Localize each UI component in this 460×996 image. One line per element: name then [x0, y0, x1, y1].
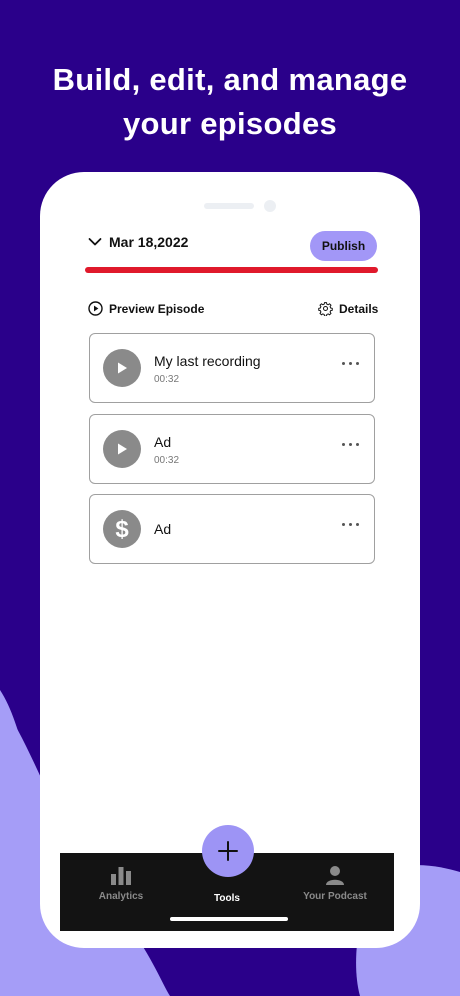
add-button[interactable]: [202, 825, 254, 877]
segment-title: My last recording: [154, 353, 261, 369]
play-icon: [118, 443, 127, 455]
more-options-icon[interactable]: [342, 443, 359, 446]
more-options-icon[interactable]: [342, 362, 359, 365]
plus-icon: [218, 841, 238, 861]
headline: Build, edit, and manage your episodes: [0, 58, 460, 146]
phone-frame: Mar 18,2022 Publish Preview Episode Deta…: [40, 172, 420, 948]
details-label: Details: [339, 301, 379, 316]
headline-line-2: your episodes: [122, 106, 338, 141]
headline-line-1: Build, edit, and manage: [52, 62, 408, 97]
segment-title: Ad: [154, 521, 172, 537]
segment-duration: 00:32: [154, 374, 180, 385]
svg-text:$: $: [115, 516, 129, 542]
bar-chart-icon: [111, 867, 131, 885]
segment-duration: 00:32: [154, 455, 180, 466]
chevron-down-icon: [88, 238, 102, 246]
details-button[interactable]: Details: [318, 301, 378, 316]
nav-item-your-podcast[interactable]: Your Podcast: [280, 865, 390, 902]
person-icon: [326, 866, 344, 885]
dollar-icon: $: [115, 516, 129, 542]
segment-title: Ad: [154, 434, 172, 450]
nav-label-analytics: Analytics: [98, 891, 144, 902]
gear-icon: [318, 302, 333, 316]
segment-card[interactable]: Ad 00:32: [89, 414, 375, 484]
date-selector[interactable]: Mar 18,2022: [88, 234, 188, 250]
nav-label-tools: Tools: [214, 893, 240, 904]
ad-segment-icon: $: [103, 510, 141, 548]
episode-date: Mar 18,2022: [109, 234, 189, 250]
nav-item-analytics[interactable]: Analytics: [66, 865, 176, 902]
nav-label-your-podcast: Your Podcast: [303, 891, 367, 902]
home-indicator: [170, 917, 288, 921]
more-options-icon[interactable]: [342, 523, 359, 526]
phone-speaker: [204, 203, 254, 209]
preview-episode-button[interactable]: Preview Episode: [88, 301, 204, 316]
progress-bar: [85, 267, 378, 273]
phone-camera: [264, 200, 276, 212]
play-button[interactable]: [103, 349, 141, 387]
nav-item-tools[interactable]: Tools: [172, 893, 282, 904]
segment-card[interactable]: $ Ad: [89, 494, 375, 564]
play-circle-icon: [88, 301, 103, 316]
play-icon: [118, 362, 127, 374]
play-button[interactable]: [103, 430, 141, 468]
publish-button[interactable]: Publish: [310, 231, 377, 261]
segment-card[interactable]: My last recording 00:32: [89, 333, 375, 403]
preview-episode-label: Preview Episode: [109, 301, 205, 316]
